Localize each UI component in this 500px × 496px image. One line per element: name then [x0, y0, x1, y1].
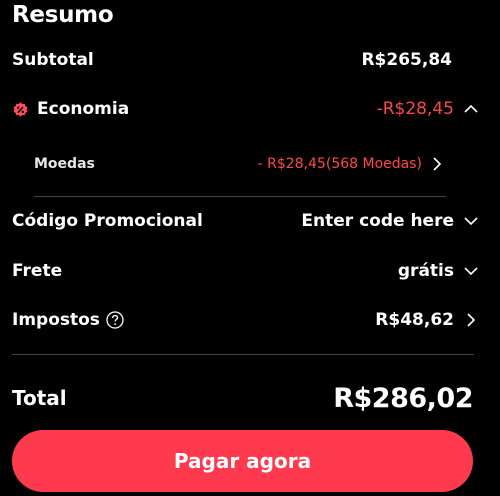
chevron-down-icon[interactable]	[462, 262, 480, 280]
impostos-value: R$48,62	[375, 310, 454, 330]
chevron-down-icon[interactable]	[462, 212, 480, 230]
moedas-label: Moedas	[34, 156, 95, 172]
impostos-label: Impostos	[12, 310, 100, 330]
total-row: Total R$286,02	[12, 380, 480, 416]
frete-value: grátis	[397, 261, 454, 281]
discount-icon	[12, 101, 29, 118]
chevron-right-icon[interactable]	[428, 155, 446, 173]
promo-code-label: Código Promocional	[12, 211, 203, 231]
divider	[34, 196, 446, 197]
chevron-up-icon[interactable]	[462, 100, 480, 118]
promo-code-input[interactable]: Enter code here	[301, 211, 454, 231]
subtotal-value: R$265,84	[361, 50, 452, 70]
subtotal-label: Subtotal	[12, 50, 94, 70]
summary-title: Resumo	[12, 2, 114, 28]
impostos-row[interactable]: Impostos R$48,62	[12, 306, 480, 334]
economia-value: -R$28,45	[376, 99, 454, 119]
frete-label: Frete	[12, 261, 63, 281]
total-label: Total	[12, 386, 67, 410]
promo-code-row[interactable]: Código Promocional Enter code here	[12, 207, 480, 235]
moedas-value: - R$28,45(568 Moedas)	[257, 156, 422, 172]
chevron-right-icon[interactable]	[462, 311, 480, 329]
frete-row[interactable]: Frete grátis	[12, 257, 480, 285]
economia-row[interactable]: Economia -R$28,45	[12, 95, 480, 123]
divider	[12, 354, 474, 355]
moedas-row[interactable]: Moedas - R$28,45(568 Moedas)	[34, 150, 446, 178]
help-icon[interactable]	[106, 311, 124, 329]
economia-label: Economia	[37, 99, 130, 119]
pay-now-button[interactable]: Pagar agora	[12, 430, 473, 492]
total-value: R$286,02	[333, 382, 473, 414]
subtotal-row: Subtotal R$265,84	[12, 46, 480, 74]
